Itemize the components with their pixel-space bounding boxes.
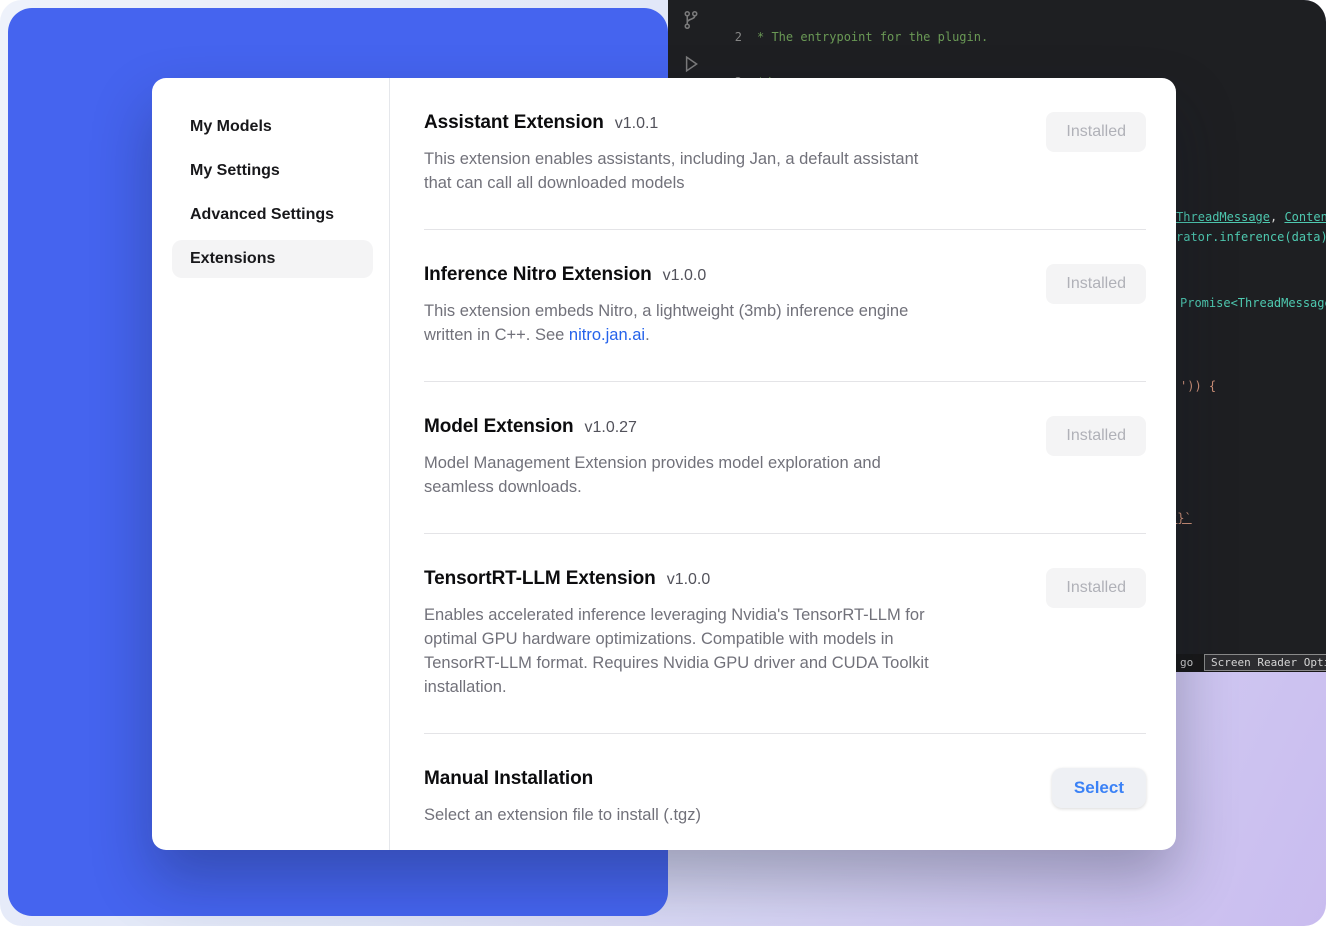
extension-row-model: Model Extension v1.0.27 Model Management… [424,382,1146,534]
description-text: . [645,326,650,344]
code-fragment: ')) { [1180,379,1216,394]
settings-sidebar: My Models My Settings Advanced Settings … [152,78,390,850]
screen-reader-badge[interactable]: Screen Reader Optimized [1204,654,1326,671]
extension-description: Model Management Extension provides mode… [424,451,944,499]
sidebar-item-my-settings[interactable]: My Settings [172,152,373,190]
extension-info: TensortRT-LLM Extension v1.0.0 Enables a… [424,568,944,699]
run-debug-icon[interactable] [681,54,701,74]
extension-title: Model Extension [424,416,573,438]
installed-button[interactable]: Installed [1046,264,1146,304]
extension-version: v1.0.0 [663,267,707,285]
installed-button[interactable]: Installed [1046,112,1146,152]
installed-button[interactable]: Installed [1046,416,1146,456]
code-text: * The entrypoint for the plugin. [757,30,988,44]
description-text: This extension embeds Nitro, a lightweig… [424,302,908,344]
manual-installation-row: Manual Installation Select an extension … [424,734,1146,850]
installed-button[interactable]: Installed [1046,568,1146,608]
extension-title: Inference Nitro Extension [424,264,652,286]
extension-row-tensorrt: TensortRT-LLM Extension v1.0.0 Enables a… [424,534,1146,734]
extension-version: v1.0.0 [667,571,711,589]
extensions-list: Assistant Extension v1.0.1 This extensio… [390,78,1176,850]
select-file-button[interactable]: Select [1052,768,1146,808]
extension-row-nitro: Inference Nitro Extension v1.0.0 This ex… [424,230,1146,382]
extension-description: Enables accelerated inference leveraging… [424,603,944,699]
sidebar-item-extensions[interactable]: Extensions [172,240,373,278]
extension-description: This extension enables assistants, inclu… [424,147,944,195]
settings-modal: My Models My Settings Advanced Settings … [152,78,1176,850]
nitro-jan-ai-link[interactable]: nitro.jan.ai [569,326,645,344]
desktop-canvas: 2* The entrypoint for the plugin. 3*/ 4 … [0,0,1326,926]
code-line: 2 * The entrypoint for the plugin. [728,29,1326,46]
extension-description: This extension embeds Nitro, a lightweig… [424,299,944,347]
extension-title: Assistant Extension [424,112,604,134]
sidebar-item-my-models[interactable]: My Models [172,108,373,146]
extension-version: v1.0.27 [584,419,636,437]
extension-info: Model Extension v1.0.27 Model Management… [424,416,944,499]
code-fragment: Promise<ThreadMessage> [1180,296,1326,311]
extension-info: Inference Nitro Extension v1.0.0 This ex… [424,264,944,347]
manual-installation-title: Manual Installation [424,768,593,790]
extension-info: Assistant Extension v1.0.1 This extensio… [424,112,944,195]
sidebar-item-advanced-settings[interactable]: Advanced Settings [172,196,373,234]
code-fragment: rator.inference(data)); [1176,230,1326,245]
status-item[interactable]: go [1180,656,1193,669]
extension-version: v1.0.1 [615,115,659,133]
source-control-icon[interactable] [681,10,701,30]
manual-installation-description: Select an extension file to install (.tg… [424,803,701,827]
extension-title: TensortRT-LLM Extension [424,568,656,590]
line-number: 2 [728,29,742,46]
extension-row-assistant: Assistant Extension v1.0.1 This extensio… [424,78,1146,230]
manual-installation-info: Manual Installation Select an extension … [424,768,701,827]
